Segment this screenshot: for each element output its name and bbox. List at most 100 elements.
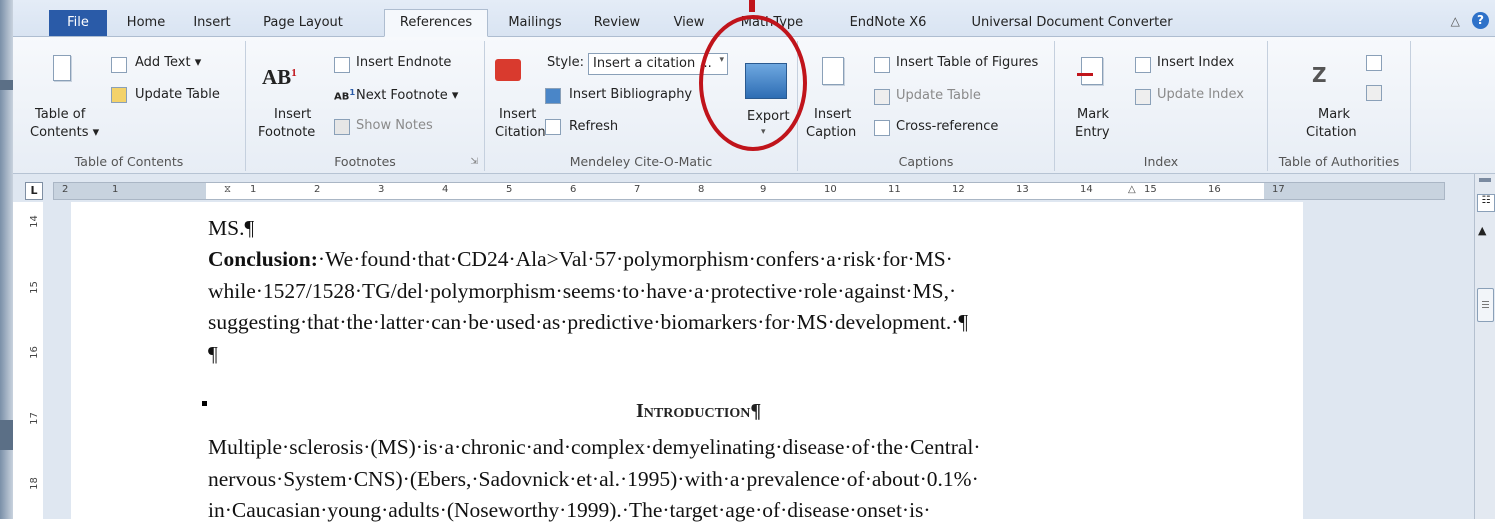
insert-bibliography-button[interactable]: Insert Bibliography (569, 87, 692, 102)
table-of-figures-icon (874, 57, 890, 73)
horizontal-ruler[interactable]: 2 1 ⧖ 1 2 3 4 5 6 7 8 9 10 11 12 13 14 △… (53, 182, 1445, 200)
vruler-tick: 16 (28, 346, 40, 359)
ruler-tick: 10 (824, 184, 837, 195)
mark-citation-label-2[interactable]: Citation (1306, 125, 1357, 140)
insert-index-button[interactable]: Insert Index (1157, 55, 1234, 70)
group-label-index: Index (1143, 154, 1179, 169)
conclusion-text: ·We·found·that·CD24·Ala>Val·57·polymorph… (317, 247, 953, 271)
ruler-tick: 1 (250, 184, 257, 195)
insert-citation-icon (495, 59, 521, 81)
update-table-captions-button[interactable]: Update Table (896, 88, 981, 103)
insert-caption-label-2[interactable]: Caption (806, 125, 856, 140)
update-table-of-authorities-icon[interactable] (1366, 85, 1382, 101)
tab-references[interactable]: References (384, 9, 488, 37)
update-table-captions-icon (874, 89, 890, 105)
tab-endnote[interactable]: EndNote X6 (839, 12, 937, 36)
ruler-tick: 4 (442, 184, 449, 195)
conclusion-label: Conclusion: (208, 247, 318, 271)
table-of-contents-icon (53, 55, 71, 81)
group-label-captions: Captions (898, 154, 954, 169)
vertical-ruler[interactable]: 14 15 16 17 18 (25, 202, 44, 519)
tab-file[interactable]: File (49, 10, 107, 36)
refresh-icon (545, 119, 561, 135)
document-page[interactable]: MS.¶ Conclusion:·We·found·that·CD24·Ala>… (71, 202, 1303, 522)
insert-index-icon (1135, 57, 1151, 73)
vruler-tick: 17 (28, 412, 40, 425)
word-window: File Home Insert Page Layout References … (13, 0, 1495, 522)
tab-selector-icon[interactable]: L (25, 182, 43, 200)
tab-insert[interactable]: Insert (179, 12, 245, 36)
page-right-gutter (1303, 202, 1495, 519)
ruler-right-margin (1264, 183, 1444, 199)
insert-footnote-label[interactable]: Insert (274, 107, 311, 122)
insert-endnote-icon (334, 57, 350, 73)
add-text-icon (111, 57, 127, 73)
help-icon[interactable]: ? (1472, 12, 1489, 29)
update-index-icon (1135, 89, 1151, 105)
vruler-tick: 14 (28, 215, 40, 228)
footnotes-dialog-launcher-icon[interactable]: ⇲ (470, 157, 478, 167)
add-text-button[interactable]: Add Text ▾ (135, 55, 201, 70)
mark-entry-label-2[interactable]: Entry (1075, 125, 1110, 140)
refresh-button[interactable]: Refresh (569, 119, 618, 134)
tab-home[interactable]: Home (117, 12, 175, 36)
paragraph-bullet (202, 401, 207, 406)
insert-footnote-icon: AB1 (262, 65, 297, 89)
ruler-tick: 12 (952, 184, 965, 195)
show-notes-icon (334, 119, 350, 135)
scroll-up-icon[interactable]: ▲ (1478, 224, 1486, 237)
tab-universal-document-converter[interactable]: Universal Document Converter (957, 12, 1187, 36)
group-label-mendeley: Mendeley Cite-O-Matic (569, 154, 713, 169)
ruler-tick: 2 (314, 184, 321, 195)
ruler-tick: 3 (378, 184, 385, 195)
table-of-contents-label-2[interactable]: Contents ▾ (30, 125, 99, 140)
insert-citation-label[interactable]: Insert (499, 107, 536, 122)
split-handle-icon[interactable] (1479, 178, 1491, 182)
group-label-footnotes: Footnotes (334, 154, 396, 169)
scrollbar-thumb[interactable] (1477, 288, 1494, 322)
introduction-heading: Introduction¶ (636, 400, 762, 422)
group-label-table-of-contents: Table of Contents (74, 154, 184, 169)
group-captions: Insert Caption Insert Table of Figures U… (798, 41, 1055, 171)
insert-table-of-authorities-icon[interactable] (1366, 55, 1382, 71)
minimize-ribbon-icon[interactable]: △ (1451, 14, 1460, 28)
insert-caption-label[interactable]: Insert (814, 107, 851, 122)
ruler-tick: 5 (506, 184, 513, 195)
indent-marker-icon[interactable]: ⧖ (224, 184, 231, 195)
mark-entry-label[interactable]: Mark (1077, 107, 1109, 122)
insert-table-of-figures-button[interactable]: Insert Table of Figures (896, 55, 1038, 70)
doc-line: MS.¶ (208, 216, 255, 240)
page-gutter (43, 202, 71, 519)
tab-review[interactable]: Review (581, 12, 653, 36)
tab-view[interactable]: View (661, 12, 717, 36)
ruler-tick: 1 (112, 184, 119, 195)
table-of-contents-label[interactable]: Table of (35, 107, 85, 122)
update-table-button[interactable]: Update Table (135, 87, 220, 102)
tab-page-layout[interactable]: Page Layout (247, 12, 359, 36)
right-indent-marker-icon[interactable]: △ (1128, 184, 1136, 195)
ruler-tick: 9 (760, 184, 767, 195)
desktop-edge (0, 0, 13, 519)
insert-citation-label-2[interactable]: Citation (495, 125, 546, 140)
update-index-button[interactable]: Update Index (1157, 87, 1244, 102)
show-notes-button[interactable]: Show Notes (356, 118, 433, 133)
insert-footnote-label-2[interactable]: Footnote (258, 125, 315, 140)
edge-mark (0, 420, 13, 450)
group-table-of-contents: Table of Contents ▾ Add Text ▾ Update Ta… (13, 41, 246, 171)
view-ruler-icon[interactable]: ☷ (1477, 194, 1495, 212)
next-footnote-icon: AB1 (334, 87, 356, 103)
vertical-scrollbar[interactable]: ☷ ▲ (1474, 174, 1495, 519)
tab-mailings[interactable]: Mailings (497, 12, 573, 36)
next-footnote-button[interactable]: Next Footnote ▾ (356, 88, 458, 103)
doc-line: while·1527/1528·TG/del·polymorphism·seem… (208, 279, 957, 303)
doc-line: nervous·System·CNS)·(Ebers,·Sadovnick·et… (208, 467, 979, 491)
group-index: Mark Entry Insert Index Update Index Ind… (1055, 41, 1268, 171)
ruler-tick: 17 (1272, 184, 1285, 195)
ruler-left-margin (54, 183, 206, 199)
doc-line: Multiple·sclerosis·(MS)·is·a·chronic·and… (208, 435, 981, 459)
citation-style-value: Insert a citation ... (593, 56, 712, 71)
cross-reference-button[interactable]: Cross-reference (896, 119, 998, 134)
insert-endnote-button[interactable]: Insert Endnote (356, 55, 451, 70)
ruler-tick: 7 (634, 184, 641, 195)
mark-citation-label[interactable]: Mark (1318, 107, 1350, 122)
